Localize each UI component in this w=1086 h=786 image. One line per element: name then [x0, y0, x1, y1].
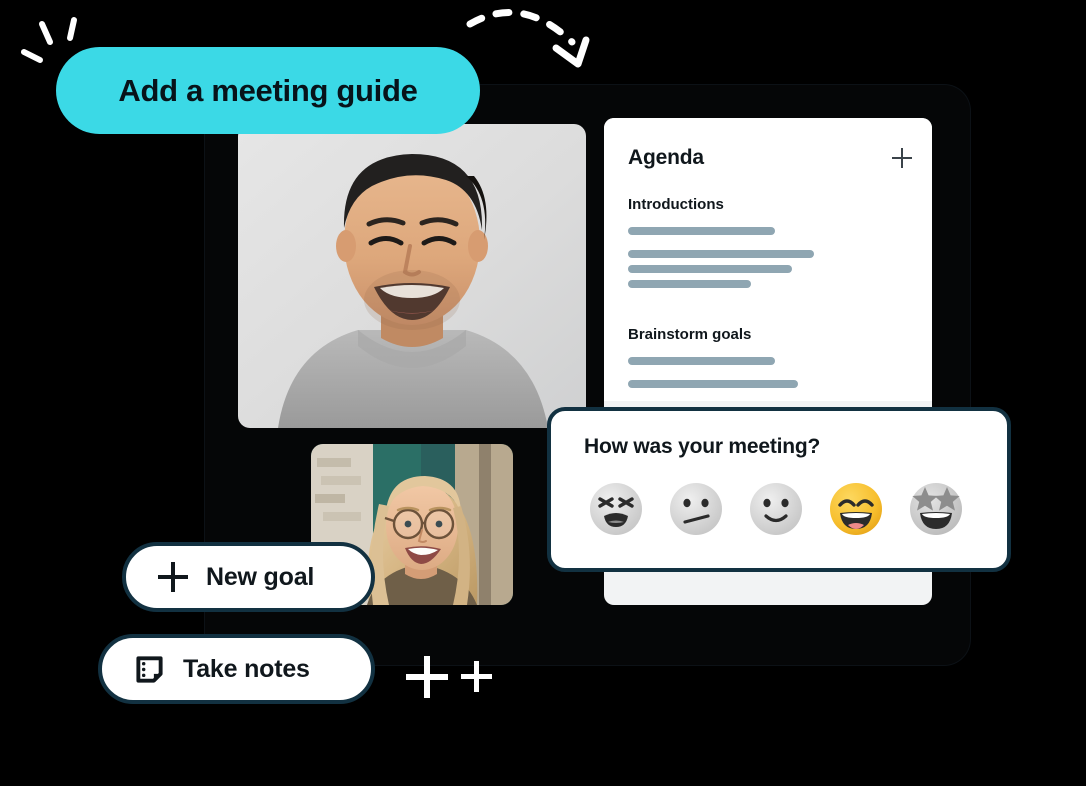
plus-icon [158, 562, 188, 592]
grinning-face-emoji [830, 483, 882, 535]
agenda-section-title: Brainstorm goals [628, 326, 752, 343]
plus-icon[interactable] [892, 148, 912, 168]
new-goal-button[interactable]: New goal [122, 542, 375, 612]
notepad-icon [136, 655, 163, 683]
star-struck-emoji [910, 483, 962, 535]
agenda-header: Agenda [628, 146, 912, 170]
feedback-rating-row [586, 479, 966, 539]
scene-root: Agenda Introductions Brainstorm goals Ho… [0, 0, 1086, 786]
rating-slight-smile[interactable] [746, 479, 806, 539]
new-goal-label: New goal [206, 562, 315, 591]
participant-photo-primary [238, 124, 586, 428]
confused-face-emoji [670, 483, 722, 535]
agenda-title: Agenda [628, 146, 704, 169]
placeholder-bar [628, 250, 814, 258]
meeting-feedback-card: How was your meeting? [547, 407, 1011, 572]
rating-star-struck[interactable] [906, 479, 966, 539]
rating-weary[interactable] [586, 479, 646, 539]
add-meeting-guide-button[interactable]: Add a meeting guide [56, 47, 480, 134]
weary-face-emoji [590, 483, 642, 535]
add-mark-small[interactable] [461, 661, 492, 692]
rating-confused[interactable] [666, 479, 726, 539]
agenda-section-introductions: Introductions [628, 196, 912, 295]
rating-grinning[interactable] [826, 479, 886, 539]
placeholder-bar [628, 357, 775, 365]
take-notes-label: Take notes [183, 654, 310, 683]
participant-tile-primary[interactable] [238, 124, 586, 428]
slightly-smiling-emoji [750, 483, 802, 535]
placeholder-bar [628, 380, 798, 388]
add-meeting-guide-label: Add a meeting guide [118, 72, 418, 108]
agenda-section-brainstorm-goals: Brainstorm goals [628, 326, 912, 395]
placeholder-bar [628, 280, 751, 288]
feedback-question: How was your meeting? [584, 435, 821, 458]
placeholder-bar [628, 265, 792, 273]
agenda-section-title: Introductions [628, 196, 724, 213]
take-notes-button[interactable]: Take notes [98, 634, 375, 704]
dashed-curved-arrow-icon [466, 8, 590, 68]
placeholder-bar [628, 227, 775, 235]
